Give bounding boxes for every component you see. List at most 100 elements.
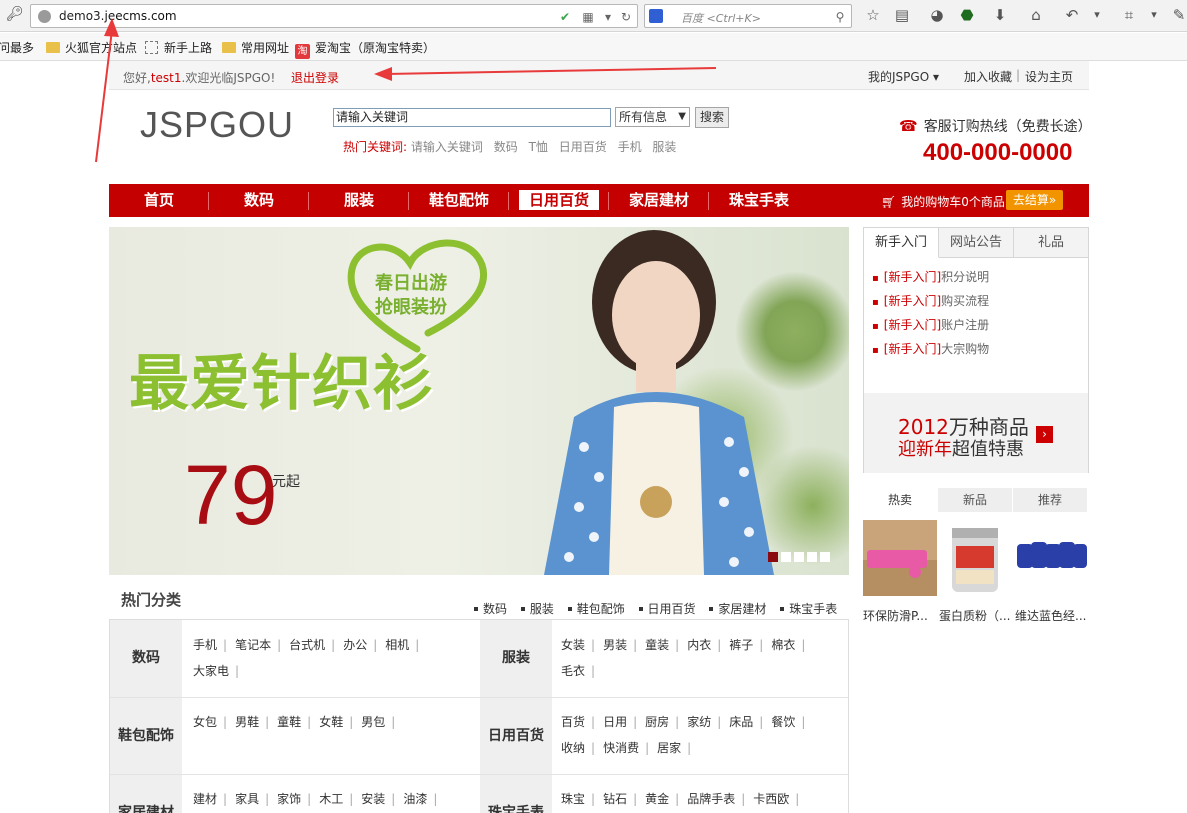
bookmark-most-visited[interactable]: 问最多 [0, 39, 34, 56]
hot-keyword[interactable]: T恤 [529, 140, 548, 154]
hot-keyword[interactable]: 请输入关键词 [411, 140, 483, 154]
category-item[interactable]: 百货 [561, 715, 585, 729]
magnifier-icon[interactable]: ⚲ [833, 10, 847, 24]
address-bar[interactable]: demo3.jeecms.com ✔ ▦ ▾ ↻ [30, 4, 638, 28]
chat-icon[interactable]: ✎ [1170, 6, 1187, 24]
slide-dot[interactable] [781, 552, 791, 562]
nav-daily-goods[interactable]: 日用百货 [509, 184, 609, 217]
category-name[interactable]: 日用百货 [480, 698, 552, 774]
addon-icon[interactable]: ⬣ [958, 6, 976, 24]
set-homepage-link[interactable]: 设为主页 [1025, 68, 1073, 85]
site-logo[interactable]: JSPGOU [140, 104, 294, 146]
reader-icon[interactable]: ▤ [893, 6, 911, 24]
username-link[interactable]: test1 [151, 71, 182, 85]
download-icon[interactable]: ⬇ [991, 6, 1009, 24]
tab-gifts[interactable]: 礼品 [1014, 228, 1088, 258]
promo-banner[interactable]: 2012万种商品 迎新年超值特惠 › [864, 393, 1088, 473]
browser-search-box[interactable]: 百度 <Ctrl+K> ⚲ [644, 4, 852, 28]
bookmark-firefox[interactable]: 火狐官方站点 [46, 39, 137, 56]
product-card[interactable]: 维达蓝色经... [1015, 520, 1089, 624]
category-item[interactable]: 女包 [193, 715, 217, 729]
nav-jewelry[interactable]: 珠宝手表 [709, 184, 809, 217]
slide-dot[interactable] [768, 552, 778, 562]
category-item[interactable]: 厨房 [645, 715, 669, 729]
category-item[interactable]: 内衣 [687, 638, 711, 652]
hot-keyword[interactable]: 服装 [652, 140, 676, 154]
undo-icon[interactable]: ↶ [1063, 6, 1081, 24]
category-name[interactable]: 珠宝手表 [480, 775, 552, 813]
news-item[interactable]: ▪ [新手入门]购买流程 [872, 292, 989, 309]
category-item[interactable]: 家饰 [277, 792, 301, 806]
checkout-button[interactable]: 去结算» [1006, 190, 1063, 210]
category-name[interactable]: 数码 [110, 620, 182, 697]
category-item[interactable]: 居家 [657, 741, 681, 755]
product-card[interactable]: 环保防滑P... [863, 520, 937, 624]
dropdown-icon[interactable]: ▾ [601, 10, 615, 24]
category-link[interactable]: 服装 [520, 602, 554, 616]
news-item[interactable]: ▪ [新手入门]积分说明 [872, 268, 989, 285]
category-item[interactable]: 油漆 [403, 792, 427, 806]
category-item[interactable]: 床品 [729, 715, 753, 729]
category-item[interactable]: 品牌手表 [687, 792, 735, 806]
category-item[interactable]: 毛衣 [561, 664, 585, 678]
category-item[interactable]: 卡西欧 [753, 792, 789, 806]
category-item[interactable]: 办公 [343, 638, 367, 652]
category-item[interactable]: 木工 [319, 792, 343, 806]
product-card[interactable]: 蛋白质粉（... [939, 520, 1013, 624]
add-favorite-link[interactable]: 加入收藏 [964, 68, 1012, 85]
news-item[interactable]: ▪ [新手入门]账户注册 [872, 316, 989, 333]
category-item[interactable]: 餐饮 [771, 715, 795, 729]
reload-icon[interactable]: ↻ [619, 10, 633, 24]
news-item[interactable]: ▪ [新手入门]大宗购物 [872, 340, 989, 357]
category-item[interactable]: 台式机 [289, 638, 325, 652]
baidu-icon[interactable] [649, 9, 663, 23]
cart-link[interactable]: 🛒︎ 我的购物车0个商品 [881, 193, 1005, 210]
tab-announcements[interactable]: 网站公告 [939, 228, 1014, 258]
palette-icon[interactable]: ◕ [928, 6, 946, 24]
bookmark-aitaobao[interactable]: 淘爱淘宝（原淘宝特卖） [295, 39, 435, 59]
category-item[interactable]: 收纳 [561, 741, 585, 755]
undo-dropdown-icon[interactable]: ▾ [1088, 6, 1106, 24]
category-item[interactable]: 黄金 [645, 792, 669, 806]
tab-new[interactable]: 新品 [938, 488, 1012, 512]
category-item[interactable]: 女鞋 [319, 715, 343, 729]
category-item[interactable]: 家纺 [687, 715, 711, 729]
category-item[interactable]: 日用 [603, 715, 627, 729]
category-item[interactable]: 童装 [645, 638, 669, 652]
keyword-search-input[interactable]: 请输入关键词 [333, 108, 611, 127]
category-item[interactable]: 相机 [385, 638, 409, 652]
category-item[interactable]: 珠宝 [561, 792, 585, 806]
search-scope-select[interactable]: 所有信息 ▼ [615, 107, 690, 127]
category-link[interactable]: 数码 [474, 602, 507, 616]
tab-recommend[interactable]: 推荐 [1013, 488, 1087, 512]
slide-dot[interactable] [807, 552, 817, 562]
nav-clothing[interactable]: 服装 [309, 184, 409, 217]
logout-link[interactable]: 退出登录 [291, 69, 339, 86]
category-item[interactable]: 钻石 [603, 792, 627, 806]
slide-dot[interactable] [794, 552, 804, 562]
category-item[interactable]: 女装 [561, 638, 585, 652]
search-button[interactable]: 搜索 [695, 107, 729, 128]
bookmark-common-sites[interactable]: 常用网址 [222, 39, 289, 56]
tab-hot[interactable]: 热卖 [863, 488, 937, 512]
my-account-menu[interactable]: 我的JSPGO ▾ [868, 68, 939, 85]
qr-code-icon[interactable]: ▦ [581, 10, 595, 24]
tab-newbie[interactable]: 新手入门 [864, 228, 939, 258]
category-item[interactable]: 笔记本 [235, 638, 271, 652]
chevron-right-icon[interactable]: › [1036, 426, 1053, 443]
shield-icon[interactable]: ✔ [558, 10, 572, 24]
category-name[interactable]: 家居建材 [110, 775, 182, 813]
category-item[interactable]: 建材 [193, 792, 217, 806]
category-item[interactable]: 裤子 [729, 638, 753, 652]
category-name[interactable]: 鞋包配饰 [110, 698, 182, 774]
key-icon[interactable]: 🔑︎ [6, 6, 24, 22]
category-item[interactable]: 安装 [361, 792, 385, 806]
category-item[interactable]: 棉衣 [771, 638, 795, 652]
nav-home-building[interactable]: 家居建材 [609, 184, 709, 217]
nav-digital[interactable]: 数码 [209, 184, 309, 217]
category-item[interactable]: 男装 [603, 638, 627, 652]
category-link[interactable]: 珠宝手表 [780, 602, 837, 616]
crop-icon[interactable]: ⌗ [1120, 6, 1138, 24]
hot-keyword[interactable]: 日用百货 [559, 140, 607, 154]
category-item[interactable]: 手机 [193, 638, 217, 652]
